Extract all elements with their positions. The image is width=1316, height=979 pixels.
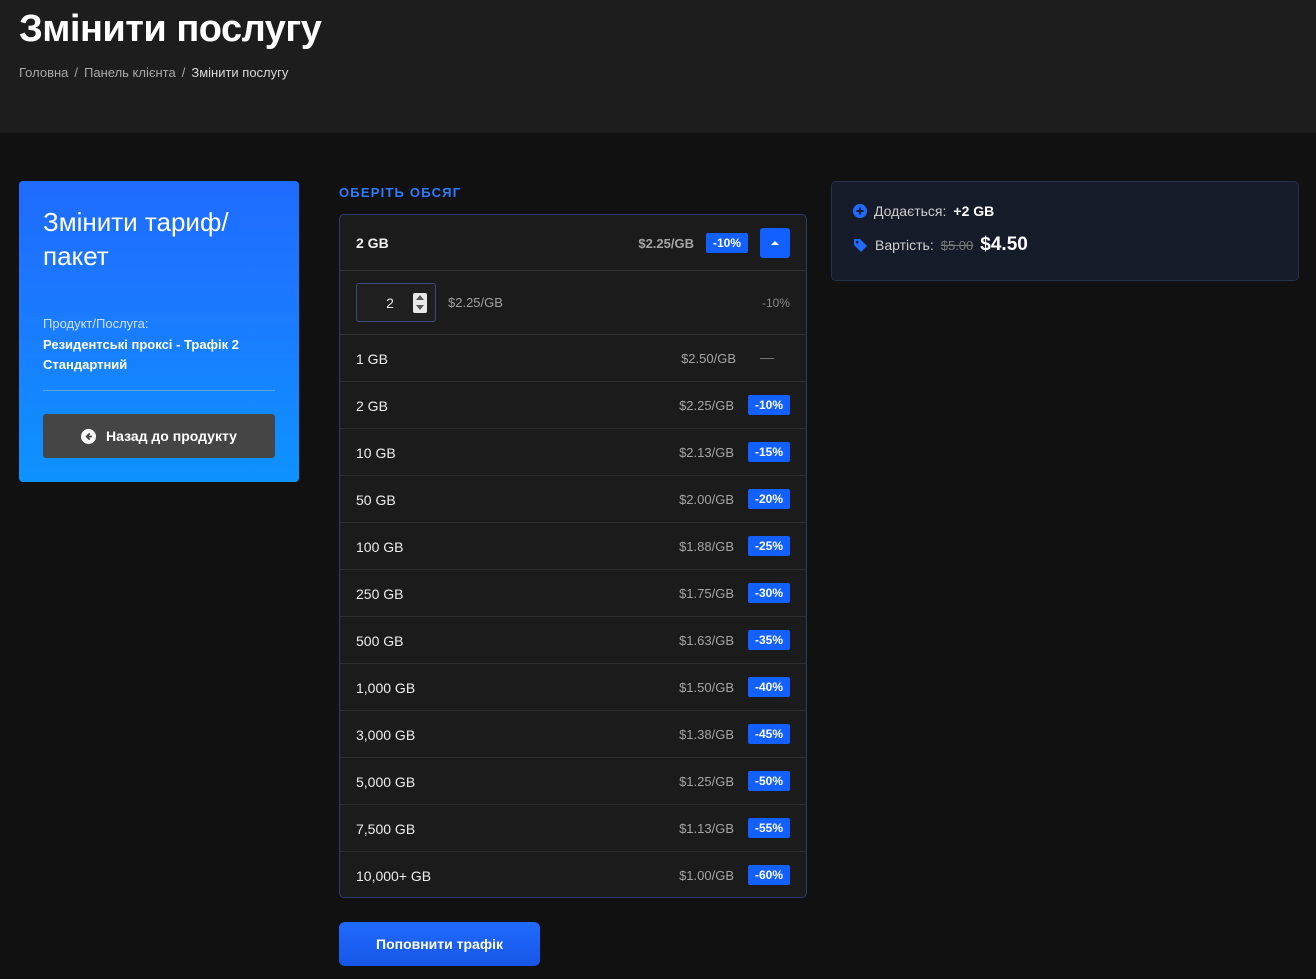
tier-discount-badge: -35%: [747, 630, 790, 650]
selected-price: $2.25/GB: [638, 236, 694, 251]
arrow-left-circle-icon: [81, 428, 97, 444]
tier-price: $2.00/GB: [679, 492, 734, 507]
stepper-up-icon[interactable]: [416, 295, 424, 300]
selected-volume: 2 GB: [356, 235, 389, 251]
chevron-up-icon: [771, 241, 779, 245]
tier-price: $1.00/GB: [679, 868, 734, 883]
quantity-input[interactable]: 2: [356, 283, 436, 322]
tier-option[interactable]: 500 GB $1.63/GB -35%: [340, 617, 806, 664]
tier-price: $1.38/GB: [679, 727, 734, 742]
tag-icon: [854, 238, 867, 252]
new-price: $4.50: [980, 234, 1028, 255]
tier-price: $1.25/GB: [679, 774, 734, 789]
volume-selector-header[interactable]: 2 GB $2.25/GB -10%: [340, 215, 806, 271]
order-summary: Додається: +2 GB Вартість: $5.00 $4.50: [831, 181, 1299, 281]
tier-price: $1.88/GB: [679, 539, 734, 554]
tier-amount: 1,000 GB: [356, 680, 416, 696]
tier-option[interactable]: 10 GB $2.13/GB -15%: [340, 429, 806, 476]
added-label: Додається:: [874, 203, 947, 219]
volume-section-label: ОБЕРІТЬ ОБСЯГ: [339, 185, 462, 200]
back-to-product-button[interactable]: Назад до продукту: [43, 414, 275, 458]
tier-option[interactable]: 250 GB $1.75/GB -30%: [340, 570, 806, 617]
added-row: Додається: +2 GB: [853, 203, 994, 219]
quantity-unit-price: $2.25/GB: [448, 295, 503, 310]
cost-row: Вартість: $5.00 $4.50: [853, 234, 1028, 256]
tier-option[interactable]: 1,000 GB $1.50/GB -40%: [340, 664, 806, 711]
tier-option[interactable]: 2 GB $2.25/GB -10%: [340, 382, 806, 429]
card-divider: [43, 390, 275, 391]
tier-discount-badge: -55%: [747, 818, 790, 838]
top-up-traffic-button[interactable]: Поповнити трафік: [339, 922, 540, 966]
tier-amount: 10,000+ GB: [356, 868, 432, 884]
tier-option[interactable]: 7,500 GB $1.13/GB -55%: [340, 805, 806, 852]
tier-option[interactable]: 5,000 GB $1.25/GB -50%: [340, 758, 806, 805]
tier-amount: 1 GB: [356, 351, 388, 367]
tier-discount-badge: -30%: [747, 583, 790, 603]
tier-discount-badge: -60%: [747, 865, 790, 885]
card-title: Змінити тариф/ пакет: [43, 207, 229, 271]
breadcrumb-separator: /: [181, 65, 186, 80]
breadcrumb-current: Змінити послугу: [191, 65, 289, 80]
volume-selector: 2 GB $2.25/GB -10% 2 $2.25/GB -10% 1 GB …: [339, 214, 807, 898]
tier-discount-badge: -45%: [747, 724, 790, 744]
tier-amount: 250 GB: [356, 586, 404, 602]
tier-amount: 7,500 GB: [356, 821, 416, 837]
back-button-label: Назад до продукту: [106, 428, 237, 444]
tier-amount: 5,000 GB: [356, 774, 416, 790]
page-title: Змінити послугу: [19, 8, 322, 50]
tier-option[interactable]: 10,000+ GB $1.00/GB -60%: [340, 852, 806, 897]
quantity-value: 2: [386, 294, 394, 311]
added-value: +2 GB: [953, 203, 995, 219]
selected-discount-badge: -10%: [705, 233, 748, 253]
tier-discount-badge: -25%: [747, 536, 790, 556]
page-header: Змінити послугу Головна / Панель клієнта…: [0, 0, 1316, 133]
tier-amount: 50 GB: [356, 492, 396, 508]
breadcrumb-home[interactable]: Головна: [19, 65, 68, 80]
tier-discount-badge: -40%: [747, 677, 790, 697]
tier-price: $1.13/GB: [679, 821, 734, 836]
tier-discount-badge: -15%: [747, 442, 790, 462]
tier-amount: 2 GB: [356, 398, 388, 414]
tier-discount-badge: -20%: [747, 489, 790, 509]
tier-price: $2.50/GB: [681, 351, 736, 366]
product-label: Продукт/Послуга:: [43, 316, 149, 331]
tier-discount-badge: -50%: [747, 771, 790, 791]
breadcrumb: Головна / Панель клієнта / Змінити послу…: [19, 65, 288, 80]
tier-option[interactable]: 3,000 GB $1.38/GB -45%: [340, 711, 806, 758]
tier-option[interactable]: 1 GB $2.50/GB —: [340, 335, 806, 382]
tier-discount: —: [760, 349, 774, 365]
cost-label: Вартість:: [875, 237, 934, 253]
tier-price: $1.63/GB: [679, 633, 734, 648]
breadcrumb-separator: /: [74, 65, 79, 80]
breadcrumb-client-panel[interactable]: Панель клієнта: [84, 65, 176, 80]
tier-discount-badge: -10%: [747, 395, 790, 415]
old-price: $5.00: [940, 237, 974, 253]
tier-option[interactable]: 100 GB $1.88/GB -25%: [340, 523, 806, 570]
product-name: Резидентські проксі - Трафік 2 Стандартн…: [43, 337, 239, 372]
tier-price: $2.13/GB: [679, 445, 734, 460]
stepper-down-icon[interactable]: [416, 305, 424, 310]
quantity-row: 2 $2.25/GB -10%: [340, 271, 806, 335]
tier-option[interactable]: 50 GB $2.00/GB -20%: [340, 476, 806, 523]
quantity-discount: -10%: [761, 296, 790, 310]
plus-circle-icon: [853, 204, 867, 218]
tier-amount: 500 GB: [356, 633, 404, 649]
tier-price: $1.50/GB: [679, 680, 734, 695]
tier-price: $2.25/GB: [679, 398, 734, 413]
change-plan-card: Змінити тариф/ пакет Продукт/Послуга: Ре…: [19, 181, 299, 482]
tier-price: $1.75/GB: [679, 586, 734, 601]
collapse-button[interactable]: [760, 228, 790, 258]
tier-amount: 3,000 GB: [356, 727, 416, 743]
tier-amount: 100 GB: [356, 539, 404, 555]
tier-amount: 10 GB: [356, 445, 396, 461]
quantity-stepper[interactable]: [413, 292, 427, 313]
